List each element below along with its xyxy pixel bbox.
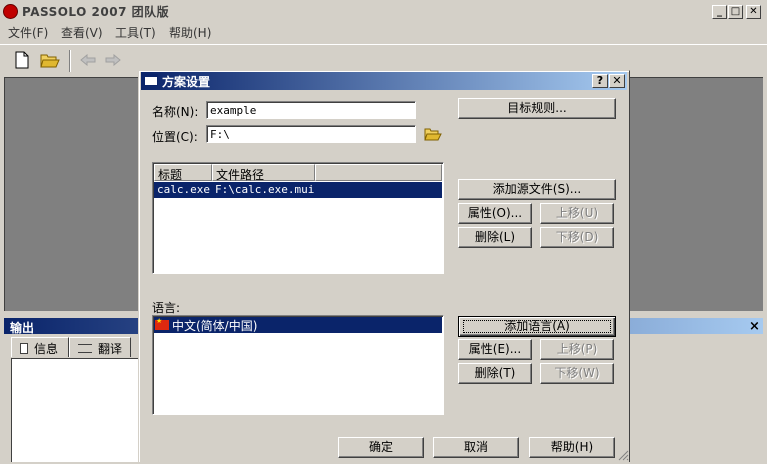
source-delete-button[interactable]: 删除(L) — [458, 227, 532, 248]
name-input[interactable]: example — [206, 101, 416, 119]
info-tab-icon — [20, 343, 28, 354]
menu-file[interactable]: 文件(F) — [8, 24, 48, 41]
toolbar-separator — [69, 50, 71, 72]
menu-view[interactable]: 查看(V) — [61, 24, 103, 41]
location-label: 位置(C): — [152, 130, 198, 144]
back-arrow-icon[interactable] — [80, 53, 96, 69]
forward-arrow-icon[interactable] — [105, 53, 121, 69]
cancel-button[interactable]: 取消 — [433, 437, 519, 458]
output-text-area[interactable] — [11, 358, 141, 462]
language-move-down-button[interactable]: 下移(W) — [540, 363, 614, 384]
china-flag-icon — [155, 317, 169, 330]
location-input[interactable]: F:\ — [206, 125, 416, 143]
help-button[interactable]: 帮助(H) — [529, 437, 615, 458]
output-panel-title: 输出 — [10, 321, 35, 335]
new-file-icon[interactable] — [14, 51, 30, 72]
open-folder-icon[interactable] — [40, 52, 60, 71]
ok-button[interactable]: 确定 — [338, 437, 424, 458]
tab-info-label: 信息 — [34, 342, 59, 356]
dialog-titlebar — [141, 72, 627, 90]
row-path-cell: F:\calc.exe.mui — [215, 183, 315, 196]
tab-info[interactable]: 信息 — [11, 337, 69, 357]
tab-translate-label: 翻译 — [98, 342, 123, 356]
add-source-file-button[interactable]: 添加源文件(S)... — [458, 179, 616, 200]
add-language-button[interactable]: 添加语言(A) — [458, 316, 616, 337]
column-header-path[interactable]: 文件路径 — [212, 164, 315, 182]
focus-indicator — [463, 320, 611, 333]
minimize-button[interactable]: _ — [712, 5, 727, 19]
translate-tab-icon — [78, 344, 92, 353]
target-rules-button[interactable]: 目标规则... — [458, 98, 616, 119]
dialog-title: 方案设置 — [162, 75, 211, 89]
close-button[interactable]: ✕ — [746, 5, 761, 19]
column-header-filler — [315, 164, 442, 181]
menu-tools[interactable]: 工具(T) — [115, 24, 156, 41]
dialog-close-button[interactable]: ✕ — [609, 74, 625, 88]
language-delete-button[interactable]: 删除(T) — [458, 363, 532, 384]
browse-folder-icon[interactable] — [424, 127, 442, 144]
language-label: 语言: — [152, 301, 181, 315]
table-row[interactable]: calc.exe F:\calc.exe.mui — [154, 182, 442, 198]
app-logo-icon — [3, 4, 18, 19]
list-item[interactable]: 中文(简体/中国) — [154, 317, 442, 333]
tab-translate[interactable]: 翻译 — [69, 337, 131, 357]
language-move-up-button[interactable]: 上移(P) — [540, 339, 614, 360]
menu-help[interactable]: 帮助(H) — [169, 24, 211, 41]
source-move-down-button[interactable]: 下移(D) — [540, 227, 614, 248]
name-label: 名称(N): — [152, 105, 199, 119]
app-title: PASSOLO 2007 团队版 — [22, 5, 170, 19]
source-move-up-button[interactable]: 上移(U) — [540, 203, 614, 224]
language-item-label: 中文(简体/中国) — [172, 319, 258, 333]
source-properties-button[interactable]: 属性(O)... — [458, 203, 532, 224]
dialog-help-button[interactable]: ? — [592, 74, 608, 88]
row-title-cell: calc.exe — [157, 183, 210, 196]
output-close-icon[interactable]: × — [749, 319, 760, 334]
language-properties-button[interactable]: 属性(E)... — [458, 339, 532, 360]
column-header-title[interactable]: 标题 — [154, 164, 212, 182]
dialog-window-icon — [144, 74, 158, 86]
maximize-button[interactable]: □ — [728, 5, 743, 19]
